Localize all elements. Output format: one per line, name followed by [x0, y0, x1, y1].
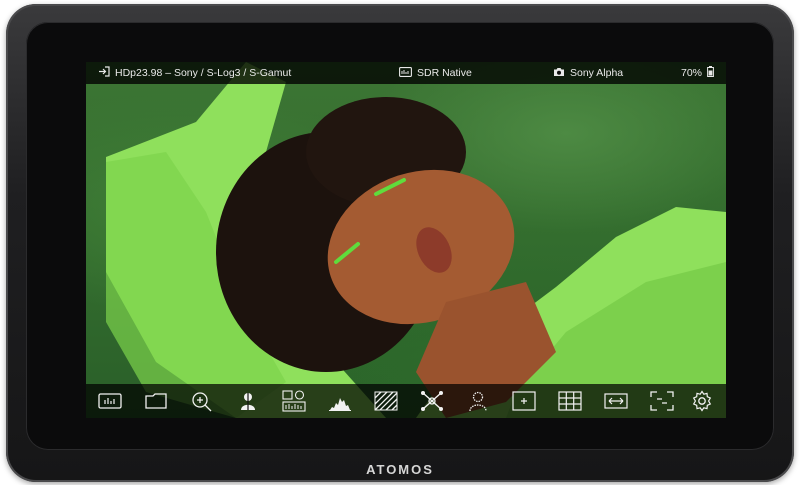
camera-name-label: Sony Alpha: [570, 67, 624, 79]
anamorphic-desqueeze-icon[interactable]: [602, 389, 630, 413]
input-status[interactable]: HDp23.98 – Sony / S-Log3 / S-Gamut: [98, 62, 291, 84]
monitor-mode-icon: [399, 66, 412, 80]
safe-area-icon[interactable]: [648, 389, 676, 413]
portrait-image: [106, 62, 726, 418]
waveform-monitor-icon[interactable]: [96, 389, 124, 413]
zoom-icon[interactable]: [188, 389, 216, 413]
frame-guides-icon[interactable]: [510, 389, 538, 413]
monitor-mode-label: SDR Native: [417, 67, 472, 79]
camera-icon: [553, 67, 565, 80]
zebra-icon[interactable]: [372, 389, 400, 413]
video-screen[interactable]: HDp23.98 – Sony / S-Log3 / S-Gamut SDR N…: [86, 62, 726, 418]
scopes-icon[interactable]: [280, 389, 308, 413]
status-bar: HDp23.98 – Sony / S-Log3 / S-Gamut SDR N…: [86, 62, 726, 84]
monitor-mode-status[interactable]: SDR Native: [399, 62, 472, 84]
battery-percent: 70%: [680, 67, 702, 79]
input-format-label: HDp23.98 – Sony / S-Log3 / S-Gamut: [115, 67, 292, 79]
settings-gear-icon[interactable]: [688, 389, 716, 413]
grid-icon[interactable]: [556, 389, 584, 413]
input-signal-icon: [98, 66, 110, 80]
skin-tone-icon[interactable]: [464, 389, 492, 413]
battery-status: 70%: [681, 62, 714, 84]
camera-status[interactable]: Sony Alpha: [553, 62, 623, 84]
false-color-icon[interactable]: [234, 389, 262, 413]
video-frame: [86, 62, 726, 418]
histogram-icon[interactable]: [326, 389, 354, 413]
brand-logo: ATOMOS: [366, 462, 434, 477]
battery-icon: [707, 66, 714, 80]
bottom-toolbar: [86, 384, 726, 418]
camera-folder-icon[interactable]: [142, 389, 170, 413]
focus-peaking-icon[interactable]: [418, 389, 446, 413]
